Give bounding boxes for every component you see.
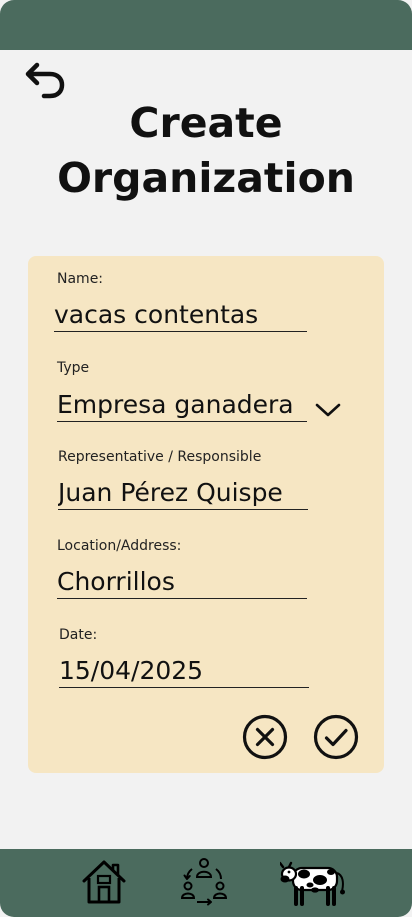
page-title: Create Organization bbox=[0, 96, 412, 206]
bottom-navigation bbox=[0, 849, 412, 917]
location-label: Location/Address: bbox=[57, 538, 182, 554]
people-network-icon bbox=[180, 858, 228, 906]
type-label: Type bbox=[57, 360, 90, 376]
page-title-line-1: Create bbox=[129, 99, 283, 147]
representative-label: Representative / Responsible bbox=[58, 449, 262, 465]
date-input[interactable]: 15/04/2025 bbox=[59, 655, 309, 688]
date-label: Date: bbox=[59, 627, 98, 643]
chevron-down-icon[interactable] bbox=[315, 402, 341, 418]
close-circle-icon bbox=[242, 714, 288, 760]
cow-icon bbox=[278, 861, 345, 906]
check-circle-icon bbox=[313, 714, 359, 760]
nav-home-button[interactable] bbox=[80, 857, 128, 905]
app-screen: Create Organization Name: vacas contenta… bbox=[0, 0, 412, 917]
cancel-button[interactable] bbox=[241, 713, 289, 761]
name-input[interactable]: vacas contentas bbox=[54, 299, 307, 332]
page-title-line-2: Organization bbox=[57, 154, 355, 202]
location-input[interactable]: Chorrillos bbox=[57, 566, 307, 599]
name-label: Name: bbox=[57, 271, 104, 287]
create-organization-form: Name: vacas contentas Type Empresa ganad… bbox=[28, 256, 384, 773]
confirm-button[interactable] bbox=[312, 713, 360, 761]
type-select[interactable]: Empresa ganadera bbox=[57, 389, 307, 422]
nav-cattle-button[interactable] bbox=[278, 859, 350, 907]
representative-input[interactable]: Juan Pérez Quispe bbox=[58, 477, 308, 510]
undo-arrow-icon bbox=[25, 62, 65, 99]
nav-community-button[interactable] bbox=[179, 857, 229, 907]
home-icon bbox=[82, 860, 126, 904]
top-status-bar bbox=[0, 0, 412, 50]
